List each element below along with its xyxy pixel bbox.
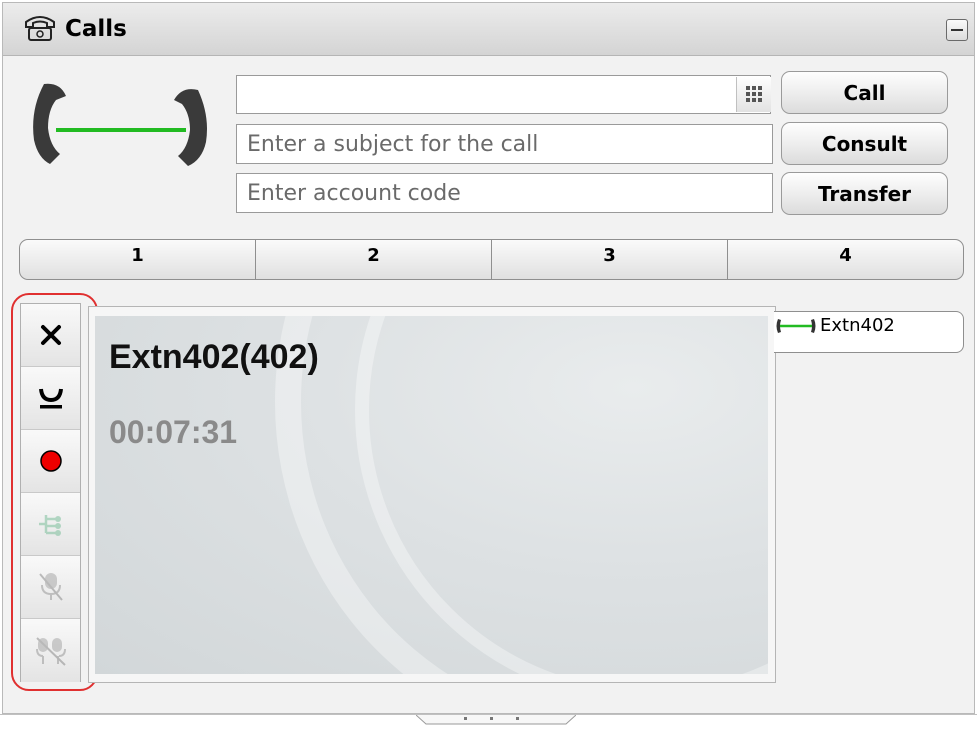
hold-icon [38,388,63,409]
record-call-button[interactable] [21,430,80,493]
number-input[interactable] [236,75,771,114]
caller-name: Extn402(402) [109,338,319,376]
tab-4[interactable]: 4 [727,240,963,279]
hold-call-button[interactable] [21,367,80,430]
close-icon [40,325,61,345]
account-code-input[interactable] [236,173,773,213]
keypad-icon[interactable] [736,77,771,112]
mute-button[interactable] [21,556,80,619]
connected-call-icon [776,319,816,333]
tab-2[interactable]: 2 [255,240,491,279]
call-list-label: Extn402 [820,315,895,336]
mute-icon [38,573,63,601]
title-bar: Calls [3,3,974,56]
conference-button[interactable] [21,493,80,556]
transfer-button[interactable]: Transfer [781,172,948,215]
tab-3[interactable]: 3 [491,240,727,279]
mute-all-button[interactable] [21,619,80,682]
mute-all-icon [35,636,66,666]
minimize-icon[interactable] [946,19,968,41]
active-call-panel: Extn402(402) 00:07:31 [95,316,768,674]
connected-handset-icon [26,80,216,185]
tab-1[interactable]: 1 [20,240,255,279]
conference-icon [38,515,61,536]
call-button[interactable]: Call [781,71,948,114]
subject-input[interactable] [236,124,773,164]
phone-icon [23,13,57,48]
record-icon [39,450,62,472]
consult-button[interactable]: Consult [781,122,948,165]
window-title: Calls [65,16,127,42]
drop-call-button[interactable] [21,304,80,367]
call-list-item[interactable]: Extn402 [774,311,964,353]
splitter-handle[interactable] [415,712,577,725]
call-tabs: 1 2 3 4 [19,239,964,280]
call-duration: 00:07:31 [109,414,238,450]
call-controls-toolbar [20,303,81,682]
